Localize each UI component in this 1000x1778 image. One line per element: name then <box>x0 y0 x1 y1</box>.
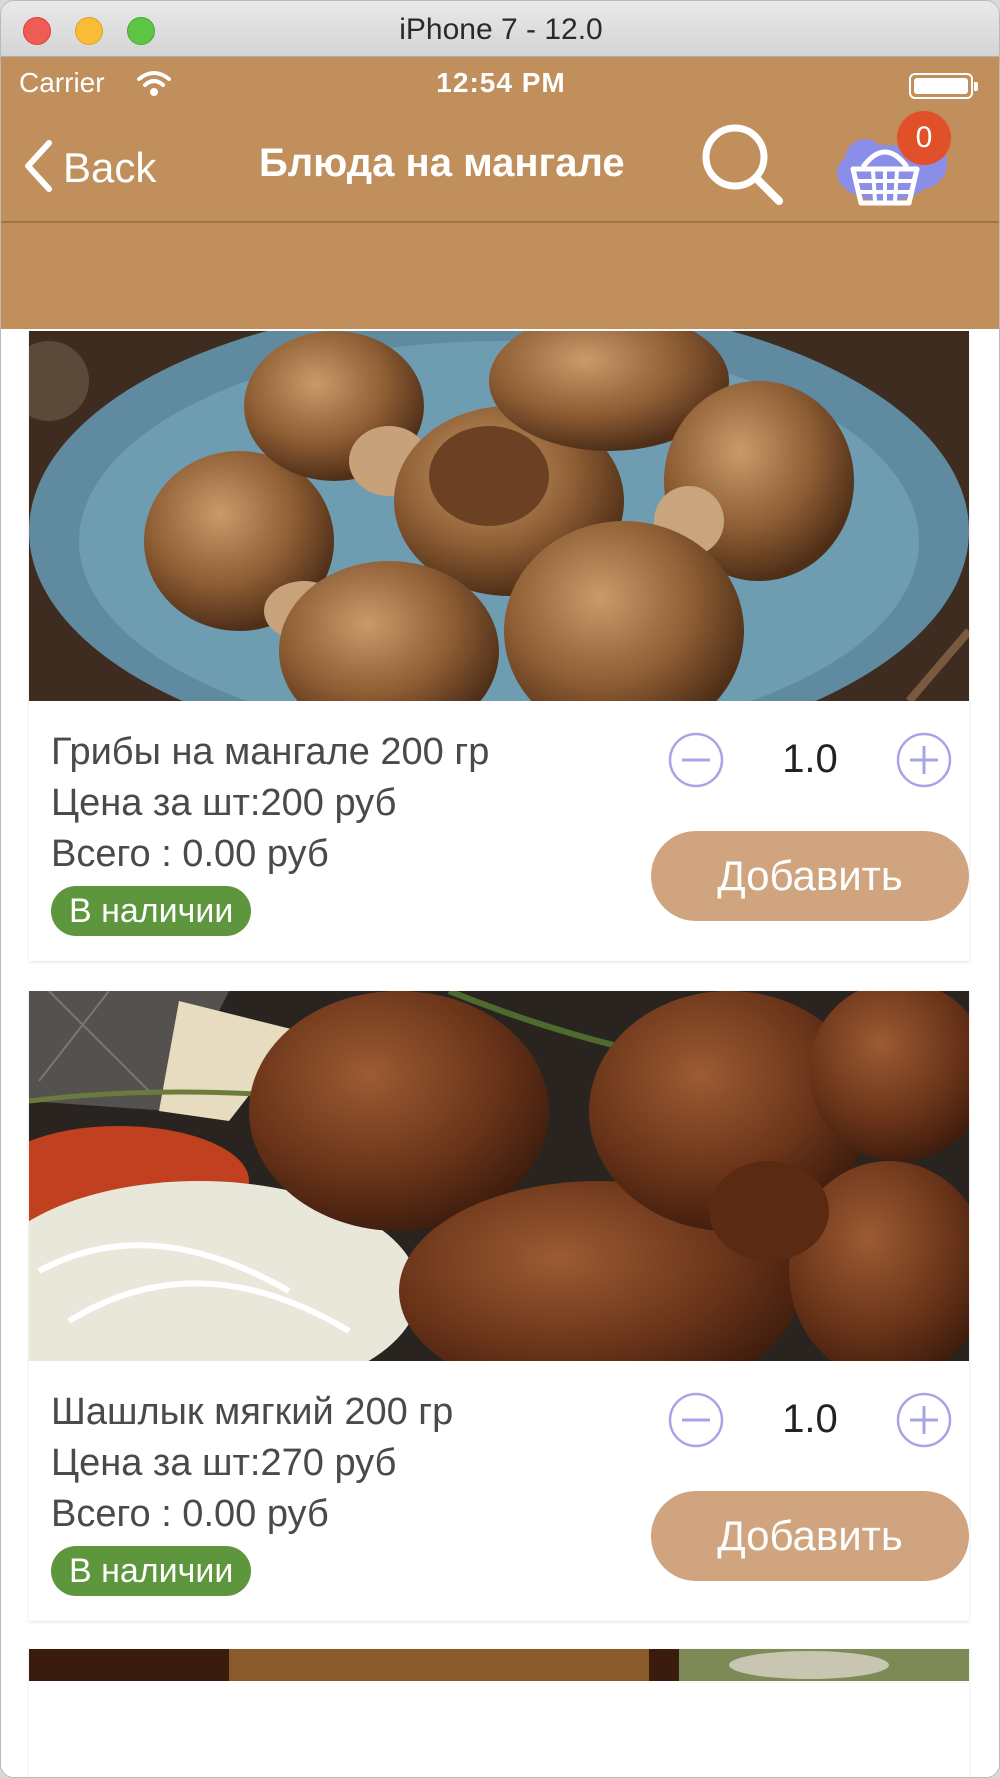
add-to-cart-button[interactable]: Добавить <box>651 1491 969 1581</box>
decrease-quantity-button[interactable] <box>667 731 725 789</box>
increase-quantity-button[interactable] <box>895 731 953 789</box>
cart-count-badge: 0 <box>897 111 951 165</box>
window-titlebar: iPhone 7 - 12.0 <box>1 1 999 57</box>
plus-circle-icon <box>895 732 953 793</box>
product-price: Цена за шт:200 руб <box>51 782 397 824</box>
in-stock-badge: В наличии <box>51 1546 252 1596</box>
window-title: iPhone 7 - 12.0 <box>399 13 603 46</box>
minus-circle-icon <box>667 732 725 793</box>
back-label: Back <box>63 144 157 191</box>
product-total: Всего : 0.00 руб <box>51 833 329 875</box>
simulator-window: iPhone 7 - 12.0 Carrier 12:54 PM Back Бл… <box>0 0 1000 1778</box>
quantity-value: 1.0 <box>782 737 838 781</box>
app-header: Carrier 12:54 PM Back Блюда на мангале 0 <box>1 57 999 329</box>
page-title: Блюда на мангале <box>259 141 625 185</box>
battery-icon <box>909 73 978 99</box>
product-name: Грибы на мангале 200 гр <box>51 731 490 773</box>
add-to-cart-button[interactable]: Добавить <box>651 831 969 921</box>
search-button[interactable] <box>697 119 789 211</box>
product-info: Шашлык мягкий 200 гр Цена за шт:270 руб … <box>51 1387 611 1596</box>
in-stock-badge: В наличии <box>51 886 252 936</box>
status-bar: Carrier 12:54 PM <box>1 57 999 113</box>
product-name: Шашлык мягкий 200 гр <box>51 1391 454 1433</box>
product-list[interactable]: Грибы на мангале 200 гр Цена за шт:200 р… <box>1 329 999 1777</box>
product-price: Цена за шт:270 руб <box>51 1442 397 1484</box>
decrease-quantity-button[interactable] <box>667 1391 725 1449</box>
product-card: Шашлык мягкий 200 гр Цена за шт:270 руб … <box>29 991 969 1621</box>
quantity-stepper: 1.0 <box>665 1389 955 1449</box>
plus-circle-icon <box>895 1392 953 1453</box>
cart-button[interactable]: 0 <box>825 111 961 221</box>
chevron-left-icon <box>23 139 53 198</box>
search-icon <box>697 124 789 215</box>
grilled-mushrooms-photo <box>29 331 969 701</box>
quantity-stepper: 1.0 <box>665 729 955 789</box>
product-card <box>29 1649 969 1777</box>
grilled-dish-photo <box>29 1649 969 1681</box>
nav-divider <box>1 221 999 223</box>
back-button[interactable]: Back <box>23 133 156 203</box>
minus-circle-icon <box>667 1392 725 1453</box>
increase-quantity-button[interactable] <box>895 1391 953 1449</box>
shashlik-photo <box>29 991 969 1361</box>
quantity-value: 1.0 <box>782 1397 838 1441</box>
product-card: Грибы на мангале 200 гр Цена за шт:200 р… <box>29 331 969 961</box>
clock: 12:54 PM <box>436 67 566 98</box>
product-total: Всего : 0.00 руб <box>51 1493 329 1535</box>
product-info: Грибы на мангале 200 гр Цена за шт:200 р… <box>51 727 611 936</box>
